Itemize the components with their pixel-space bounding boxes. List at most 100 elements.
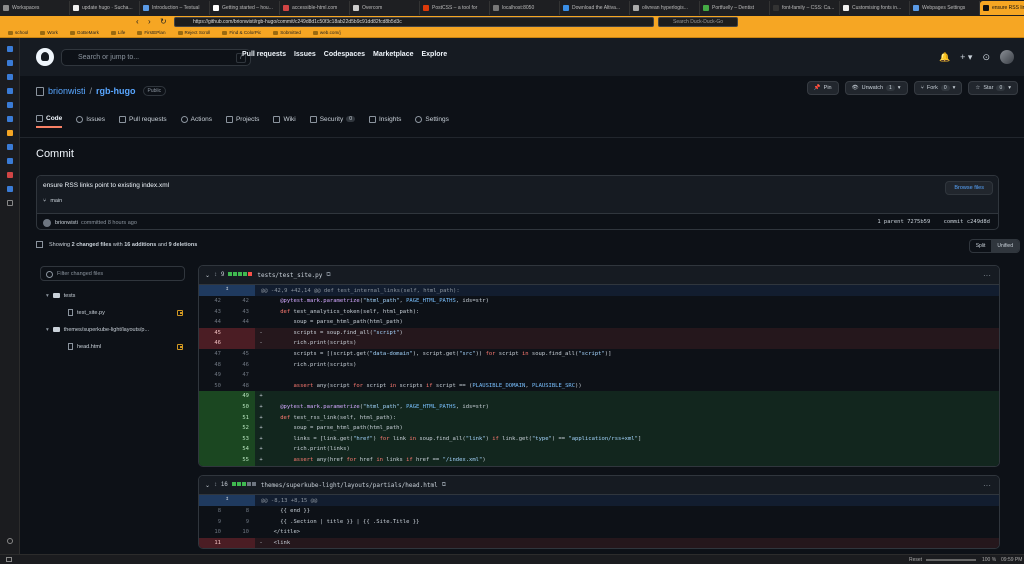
old-line-number[interactable]: 9 (199, 517, 227, 528)
tab-pull-requests[interactable]: Pull requests (119, 112, 167, 128)
create-new-plus-icon[interactable]: + ▾ (960, 52, 972, 63)
new-line-number[interactable]: 48 (227, 381, 255, 392)
panel-bookmarks-icon[interactable] (7, 46, 13, 52)
panel-add-icon[interactable] (7, 200, 13, 206)
old-line-number[interactable] (199, 454, 227, 466)
tab-settings[interactable]: Settings (415, 112, 449, 128)
diff-file-path[interactable]: themes/superkube-light/layouts/partials/… (261, 482, 438, 489)
file-tree-file[interactable]: test_site.py (40, 304, 185, 321)
star-button[interactable]: ☆ Star 0 ▾ (968, 81, 1018, 95)
old-line-number[interactable] (199, 444, 227, 455)
old-line-number[interactable]: 46 (199, 338, 227, 349)
split-view-button[interactable]: Split (970, 240, 992, 252)
new-line-number[interactable]: 53 (227, 433, 255, 445)
new-line-number[interactable]: 50 (227, 401, 255, 413)
new-line-number[interactable] (227, 537, 255, 549)
new-line-number[interactable]: 8 (227, 506, 255, 517)
new-line-number[interactable]: 10 (227, 527, 255, 538)
author-avatar[interactable] (43, 218, 51, 227)
diff-file-path[interactable]: tests/test_site.py (257, 272, 322, 279)
new-line-number[interactable]: 55 (227, 454, 255, 466)
browser-tab[interactable]: Download the Altiva... (560, 1, 630, 15)
bookmark-item[interactable]: FirstEPlan (137, 30, 165, 35)
old-line-number[interactable]: 49 (199, 370, 227, 381)
new-line-number[interactable]: 42 (227, 296, 255, 307)
new-line-number[interactable] (227, 327, 255, 339)
expand-all-icon[interactable]: ↕ (214, 482, 217, 488)
panel-settings-icon[interactable] (7, 538, 13, 544)
new-line-number[interactable]: 46 (227, 360, 255, 371)
status-reset[interactable]: Reset (909, 557, 922, 563)
new-line-number[interactable]: 52 (227, 423, 255, 434)
old-line-number[interactable] (199, 433, 227, 445)
nav-marketplace[interactable]: Marketplace (373, 51, 413, 58)
new-line-number[interactable]: 45 (227, 349, 255, 360)
browser-tab[interactable]: PostCSS – a tool for (420, 1, 490, 15)
tab-code[interactable]: Code (36, 112, 63, 128)
browser-tab[interactable]: Getting started – hou... (210, 1, 280, 15)
expand-all-icon[interactable]: ↕ (214, 272, 217, 278)
unified-view-button[interactable]: Unified (991, 240, 1019, 252)
old-line-number[interactable] (199, 423, 227, 434)
new-line-number[interactable]: 9 (227, 517, 255, 528)
tab-insights[interactable]: Insights (368, 112, 401, 128)
notifications-bell-icon[interactable]: 🔔 (939, 52, 950, 63)
browser-tab[interactable]: olivrean hyperlogis... (630, 1, 700, 15)
nav-issues[interactable]: Issues (294, 51, 316, 58)
panel-history-icon[interactable] (7, 60, 13, 66)
repo-owner-link[interactable]: brionwisti (48, 86, 86, 96)
file-tree-folder[interactable]: ▾ tests (40, 287, 185, 304)
browser-tab[interactable]: Introduction – Textual (140, 1, 210, 15)
panel-edit-icon[interactable] (7, 102, 13, 108)
old-line-number[interactable]: 47 (199, 349, 227, 360)
old-line-number[interactable]: 10 (199, 527, 227, 538)
user-avatar[interactable] (1000, 50, 1014, 64)
parent-sha-link[interactable]: 7275b59 (907, 219, 930, 225)
old-line-number[interactable]: 45 (199, 327, 227, 339)
new-line-number[interactable]: 44 (227, 317, 255, 328)
bookmark-item[interactable]: web.com/j (313, 30, 341, 35)
nav-pull-requests[interactable]: Pull requests (242, 51, 286, 58)
tab-wiki[interactable]: Wiki (273, 112, 296, 128)
old-line-number[interactable]: 43 (199, 307, 227, 318)
panel-downloads-icon[interactable] (7, 74, 13, 80)
bookmark-item[interactable]: Reject Scroll (178, 30, 211, 35)
browser-tab[interactable]: Workspaces (0, 1, 70, 15)
old-line-number[interactable] (199, 391, 227, 402)
browser-tab[interactable]: update hugo · Sucha... (70, 1, 140, 15)
bookmark-item[interactable]: Find & ColorPic (222, 30, 261, 35)
inbox-icon[interactable]: ⊙ (982, 52, 990, 63)
browser-tab[interactable]: font-family – CSS: Ca... (770, 1, 840, 15)
tab-security[interactable]: Security 0 (309, 112, 355, 128)
old-line-number[interactable] (199, 401, 227, 413)
browser-tab[interactable]: Portfuelly – Dentist (700, 1, 770, 15)
file-tree-folder[interactable]: ▾ themes/superkube-light/layouts/p... (40, 321, 185, 338)
tab-actions[interactable]: Actions (180, 112, 212, 128)
browser-search-input[interactable]: Search Duck-Duck-Go (658, 17, 738, 27)
panel-calendar-icon[interactable] (7, 158, 13, 164)
back-icon[interactable]: ‹ (136, 17, 139, 26)
fork-button[interactable]: ⑂ Fork 0 ▾ (913, 81, 963, 95)
bookmark-item[interactable]: Work (40, 30, 58, 35)
new-line-number[interactable]: 51 (227, 412, 255, 424)
old-line-number[interactable]: 11 (199, 537, 227, 549)
old-line-number[interactable]: 44 (199, 317, 227, 328)
new-line-number[interactable] (227, 338, 255, 349)
kebab-menu-icon[interactable]: ··· (983, 271, 991, 280)
new-line-number[interactable]: 43 (227, 307, 255, 318)
tab-projects[interactable]: Projects (225, 112, 259, 128)
url-input[interactable]: https://github.com/brionwisti/rgb-hugo/c… (174, 17, 654, 27)
nav-explore[interactable]: Explore (421, 51, 447, 58)
bookmark-item[interactable]: Life (111, 30, 125, 35)
file-tree-toggle-icon[interactable] (36, 241, 43, 248)
old-line-number[interactable]: 50 (199, 381, 227, 392)
panel-notes-icon[interactable] (7, 88, 13, 94)
browser-tab[interactable]: Customising fonts in... (840, 1, 910, 15)
copy-icon[interactable]: ⧉ (326, 272, 330, 279)
panel-window-icon[interactable] (7, 144, 13, 150)
filter-files-input[interactable]: Filter changed files (40, 266, 185, 281)
forward-icon[interactable]: › (148, 17, 151, 26)
browser-tab[interactable]: localhost:8050 (490, 1, 560, 15)
repo-name-link[interactable]: rgb-hugo (96, 86, 136, 96)
new-line-number[interactable]: 49 (227, 391, 255, 402)
